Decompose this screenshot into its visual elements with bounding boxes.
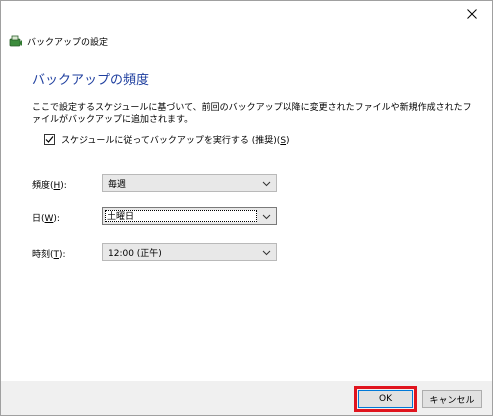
close-button[interactable]: [460, 4, 484, 24]
schedule-checkbox-row[interactable]: スケジュールに従ってバックアップを実行する (推奨)(S): [44, 133, 290, 146]
chevron-down-icon: [262, 214, 271, 220]
time-label: 時刻(T):: [32, 250, 66, 260]
cancel-button[interactable]: キャンセル: [422, 390, 482, 408]
day-value: 土曜日: [105, 210, 257, 222]
day-select[interactable]: 土曜日: [102, 207, 277, 225]
close-icon: [467, 9, 477, 19]
day-label: 日(W):: [32, 214, 60, 224]
window-header: バックアップの設定: [9, 33, 108, 49]
backup-settings-window: バックアップの設定 バックアップの頻度 ここで設定するスケジュールに基づいて、前…: [0, 0, 493, 416]
time-select[interactable]: 12:00 (正午): [102, 243, 277, 261]
page-heading: バックアップの頻度: [32, 73, 150, 88]
title-bar: [1, 1, 492, 29]
frequency-select[interactable]: 毎週: [102, 174, 277, 192]
schedule-checkbox-label: スケジュールに従ってバックアップを実行する (推奨)(S): [61, 136, 290, 146]
backup-app-icon: [9, 35, 22, 47]
frequency-value: 毎週: [108, 179, 127, 190]
description-text: ここで設定するスケジュールに基づいて、前回のバックアップ以降に変更されたファイル…: [32, 103, 472, 125]
schedule-checkbox[interactable]: [44, 134, 55, 145]
time-value: 12:00 (正午): [108, 248, 162, 259]
chevron-down-icon: [262, 250, 271, 256]
button-bar: [1, 381, 492, 415]
checkmark-icon: [45, 136, 54, 143]
ok-button-highlight: [354, 386, 417, 412]
frequency-label: 頻度(H):: [32, 181, 67, 191]
chevron-down-icon: [262, 181, 271, 187]
window-title: バックアップの設定: [27, 37, 109, 48]
